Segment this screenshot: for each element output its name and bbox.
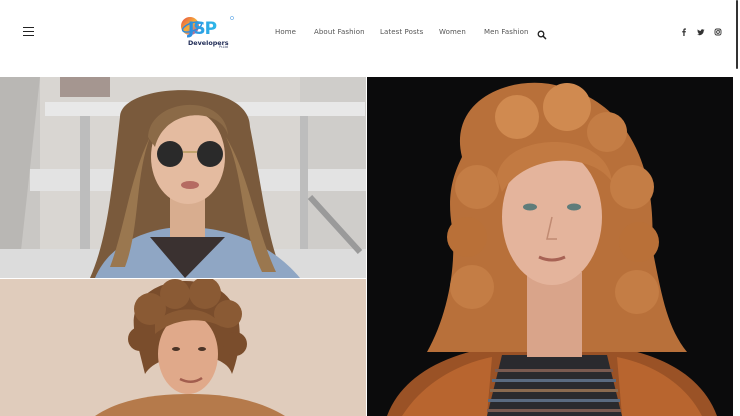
nav-latest-posts[interactable]: Latest Posts: [380, 28, 423, 36]
menu-icon[interactable]: [23, 27, 34, 36]
nav-women[interactable]: Women: [439, 28, 466, 36]
nav-men-fashion[interactable]: Men Fashion: [484, 28, 529, 36]
page-scrollbar[interactable]: [736, 0, 738, 69]
nav-about-fashion[interactable]: About Fashion: [314, 28, 365, 36]
woman-red-hair-image: [367, 77, 733, 416]
logo-brand-text: JSP: [187, 19, 217, 39]
man-curly-hair-image: [0, 279, 366, 416]
site-logo[interactable]: JSP Developers Pr.Ltd: [178, 15, 236, 51]
photo-woman-red-hair[interactable]: [367, 77, 733, 416]
photo-woman-sunglasses[interactable]: [0, 77, 366, 278]
logo-tagline: Pr.Ltd: [219, 45, 228, 49]
instagram-icon[interactable]: [713, 27, 723, 37]
woman-sunglasses-image: [0, 77, 366, 278]
twitter-icon[interactable]: [696, 27, 706, 37]
search-icon[interactable]: [537, 27, 547, 40]
site-header: JSP Developers Pr.Ltd Home About Fashion…: [0, 0, 740, 76]
nav-home[interactable]: Home: [275, 28, 296, 36]
facebook-icon[interactable]: [679, 27, 689, 37]
photo-man-curly-hair[interactable]: [0, 279, 366, 416]
